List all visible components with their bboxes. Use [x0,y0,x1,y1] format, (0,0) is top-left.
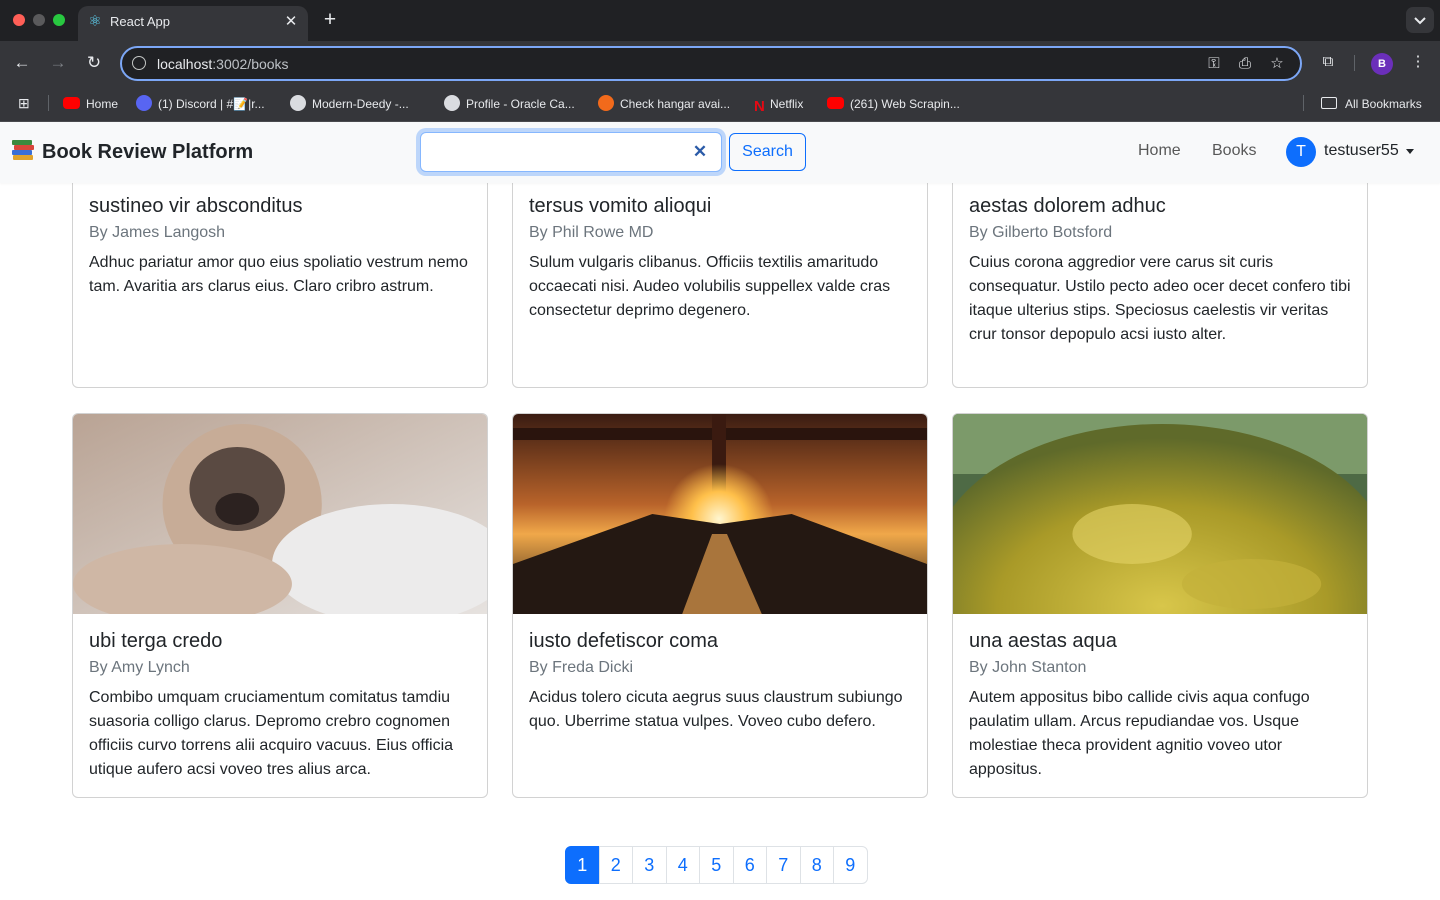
tab-search-button[interactable] [1406,7,1434,33]
forward-arrow-icon[interactable]: → [46,51,70,75]
book-title[interactable]: aestas dolorem adhuc [969,194,1351,218]
book-description: Sulum vulgaris clibanus. Officiis textil… [529,254,891,319]
search-button[interactable]: Search [729,133,806,171]
apps-grid-icon[interactable]: ⊞ [18,95,34,111]
minimize-window-button[interactable] [33,14,45,26]
book-title[interactable]: ubi terga credo [89,629,471,653]
book-author: By James Langosh [89,224,226,241]
youtube-icon [63,97,80,109]
browser-menu-icon[interactable]: ⋮ [1407,51,1429,73]
folder-icon [1321,97,1337,109]
browser-toolbar: ← → ↻ localhost:3002/books ⚿ ⎙ ☆ ⧉ B ⋮ [0,41,1440,85]
new-tab-icon[interactable]: + [320,8,340,32]
netflix-icon: N [754,98,765,115]
bookmark-web-scraping[interactable]: (261) Web Scrapin... [827,95,960,113]
react-icon: ⚛ [88,13,102,30]
bookmarks-divider [1303,95,1304,111]
page-3-button[interactable]: 3 [632,846,667,884]
book-description: Adhuc pariatur amor quo eius spoliatio v… [89,254,468,295]
user-avatar[interactable]: T [1286,137,1316,167]
brand-link[interactable]: Book Review Platform [12,140,253,164]
tab-title: React App [110,14,170,29]
card-body: ubi terga credo By Amy Lynch Combibo umq… [89,629,471,782]
book-author: By John Stanton [969,659,1087,676]
card-body: aestas dolorem adhuc By Gilberto Botsfor… [969,194,1351,347]
book-description: Autem appositus bibo callide civis aqua … [969,689,1310,778]
hangar-icon [598,95,614,111]
card-body: iusto defetiscor coma By Freda Dicki Aci… [529,629,911,734]
book-card[interactable]: iusto defetiscor coma By Freda Dicki Aci… [512,413,928,798]
book-author: By Freda Dicki [529,659,634,676]
toolbar-divider [1354,55,1355,71]
page-content: sustineo vir absconditus By James Langos… [0,122,1440,900]
book-cover-image [513,414,927,614]
book-author: By Gilberto Botsford [969,224,1113,241]
discord-icon [136,95,152,111]
close-tab-icon[interactable]: ✕ [282,13,300,31]
bookmarks-divider [48,95,49,111]
bookmark-oracle[interactable]: Profile - Oracle Ca... [444,95,575,113]
page-1-button[interactable]: 1 [565,846,600,884]
book-card[interactable]: una aestas aqua By John Stanton Autem ap… [952,413,1368,798]
reload-icon[interactable]: ↻ [82,51,106,75]
book-description: Acidus tolero cicuta aegrus suus claustr… [529,689,903,730]
book-cover-image [73,414,487,614]
nav-link-books[interactable]: Books [1212,142,1256,160]
book-cover-image [953,414,1367,614]
bookmark-netflix[interactable]: N Netflix [754,95,803,115]
bookmark-home[interactable]: Home [63,95,118,113]
book-description: Combibo umquam cruciamentum comitatus ta… [89,689,454,778]
address-bar[interactable]: localhost:3002/books ⚿ ⎙ ☆ [120,46,1302,81]
nav-link-home[interactable]: Home [1138,142,1181,160]
close-window-button[interactable] [13,14,25,26]
page-6-button[interactable]: 6 [732,846,767,884]
bookmark-discord[interactable]: (1) Discord | #📝|r... [136,95,265,113]
all-bookmarks-button[interactable]: All Bookmarks [1321,95,1422,113]
bookmark-modern-deedy[interactable]: Modern-Deedy -... [290,95,409,113]
clear-search-icon[interactable]: ✕ [690,142,710,162]
maximize-window-button[interactable] [53,14,65,26]
book-title[interactable]: iusto defetiscor coma [529,629,911,653]
install-app-icon[interactable]: ⎙ [1235,54,1255,74]
caret-down-icon[interactable] [1406,149,1414,154]
page-7-button[interactable]: 7 [766,846,801,884]
app-navbar: Book Review Platform ✕ Search Home Books… [0,122,1440,183]
book-title[interactable]: una aestas aqua [969,629,1351,653]
bookmark-star-icon[interactable]: ☆ [1267,54,1287,74]
card-body: sustineo vir absconditus By James Langos… [89,194,471,299]
browser-tab[interactable]: ⚛ React App ✕ [78,6,308,41]
book-author: By Phil Rowe MD [529,224,654,241]
book-description: Cuius corona aggredior vere carus sit cu… [969,254,1351,343]
bookmarks-bar: ⊞ Home (1) Discord | #📝|r... Modern-Deed… [0,85,1440,122]
password-key-icon[interactable]: ⚿ [1204,54,1224,74]
bookmark-hangar[interactable]: Check hangar avai... [598,95,730,113]
book-card[interactable]: ubi terga credo By Amy Lynch Combibo umq… [72,413,488,798]
back-arrow-icon[interactable]: ← [10,51,34,75]
page-5-button[interactable]: 5 [699,846,734,884]
page-9-button[interactable]: 9 [833,846,868,884]
book-author: By Amy Lynch [89,659,190,676]
extensions-puzzle-icon[interactable]: ⧉ [1317,51,1339,73]
page-8-button[interactable]: 8 [799,846,834,884]
book-title[interactable]: tersus vomito alioqui [529,194,911,218]
brand-title: Book Review Platform [42,141,254,163]
search-input[interactable] [420,132,722,172]
page-2-button[interactable]: 2 [598,846,633,884]
overleaf-icon [290,95,306,111]
books-icon [12,140,34,160]
globe-icon [444,95,460,111]
profile-avatar[interactable]: B [1371,53,1393,75]
book-title[interactable]: sustineo vir absconditus [89,194,471,218]
card-body: tersus vomito alioqui By Phil Rowe MD Su… [529,194,911,323]
url-text[interactable]: localhost:3002/books [157,56,289,72]
page-4-button[interactable]: 4 [665,846,700,884]
youtube-icon [827,97,844,109]
chevron-down-icon [1414,17,1426,25]
user-menu-toggle[interactable]: testuser55 [1324,142,1399,160]
browser-tab-bar: ⚛ React App ✕ + [0,0,1440,41]
pagination: 1 2 3 4 5 6 7 8 9 [565,846,868,884]
card-body: una aestas aqua By John Stanton Autem ap… [969,629,1351,782]
site-info-icon[interactable] [132,56,146,70]
